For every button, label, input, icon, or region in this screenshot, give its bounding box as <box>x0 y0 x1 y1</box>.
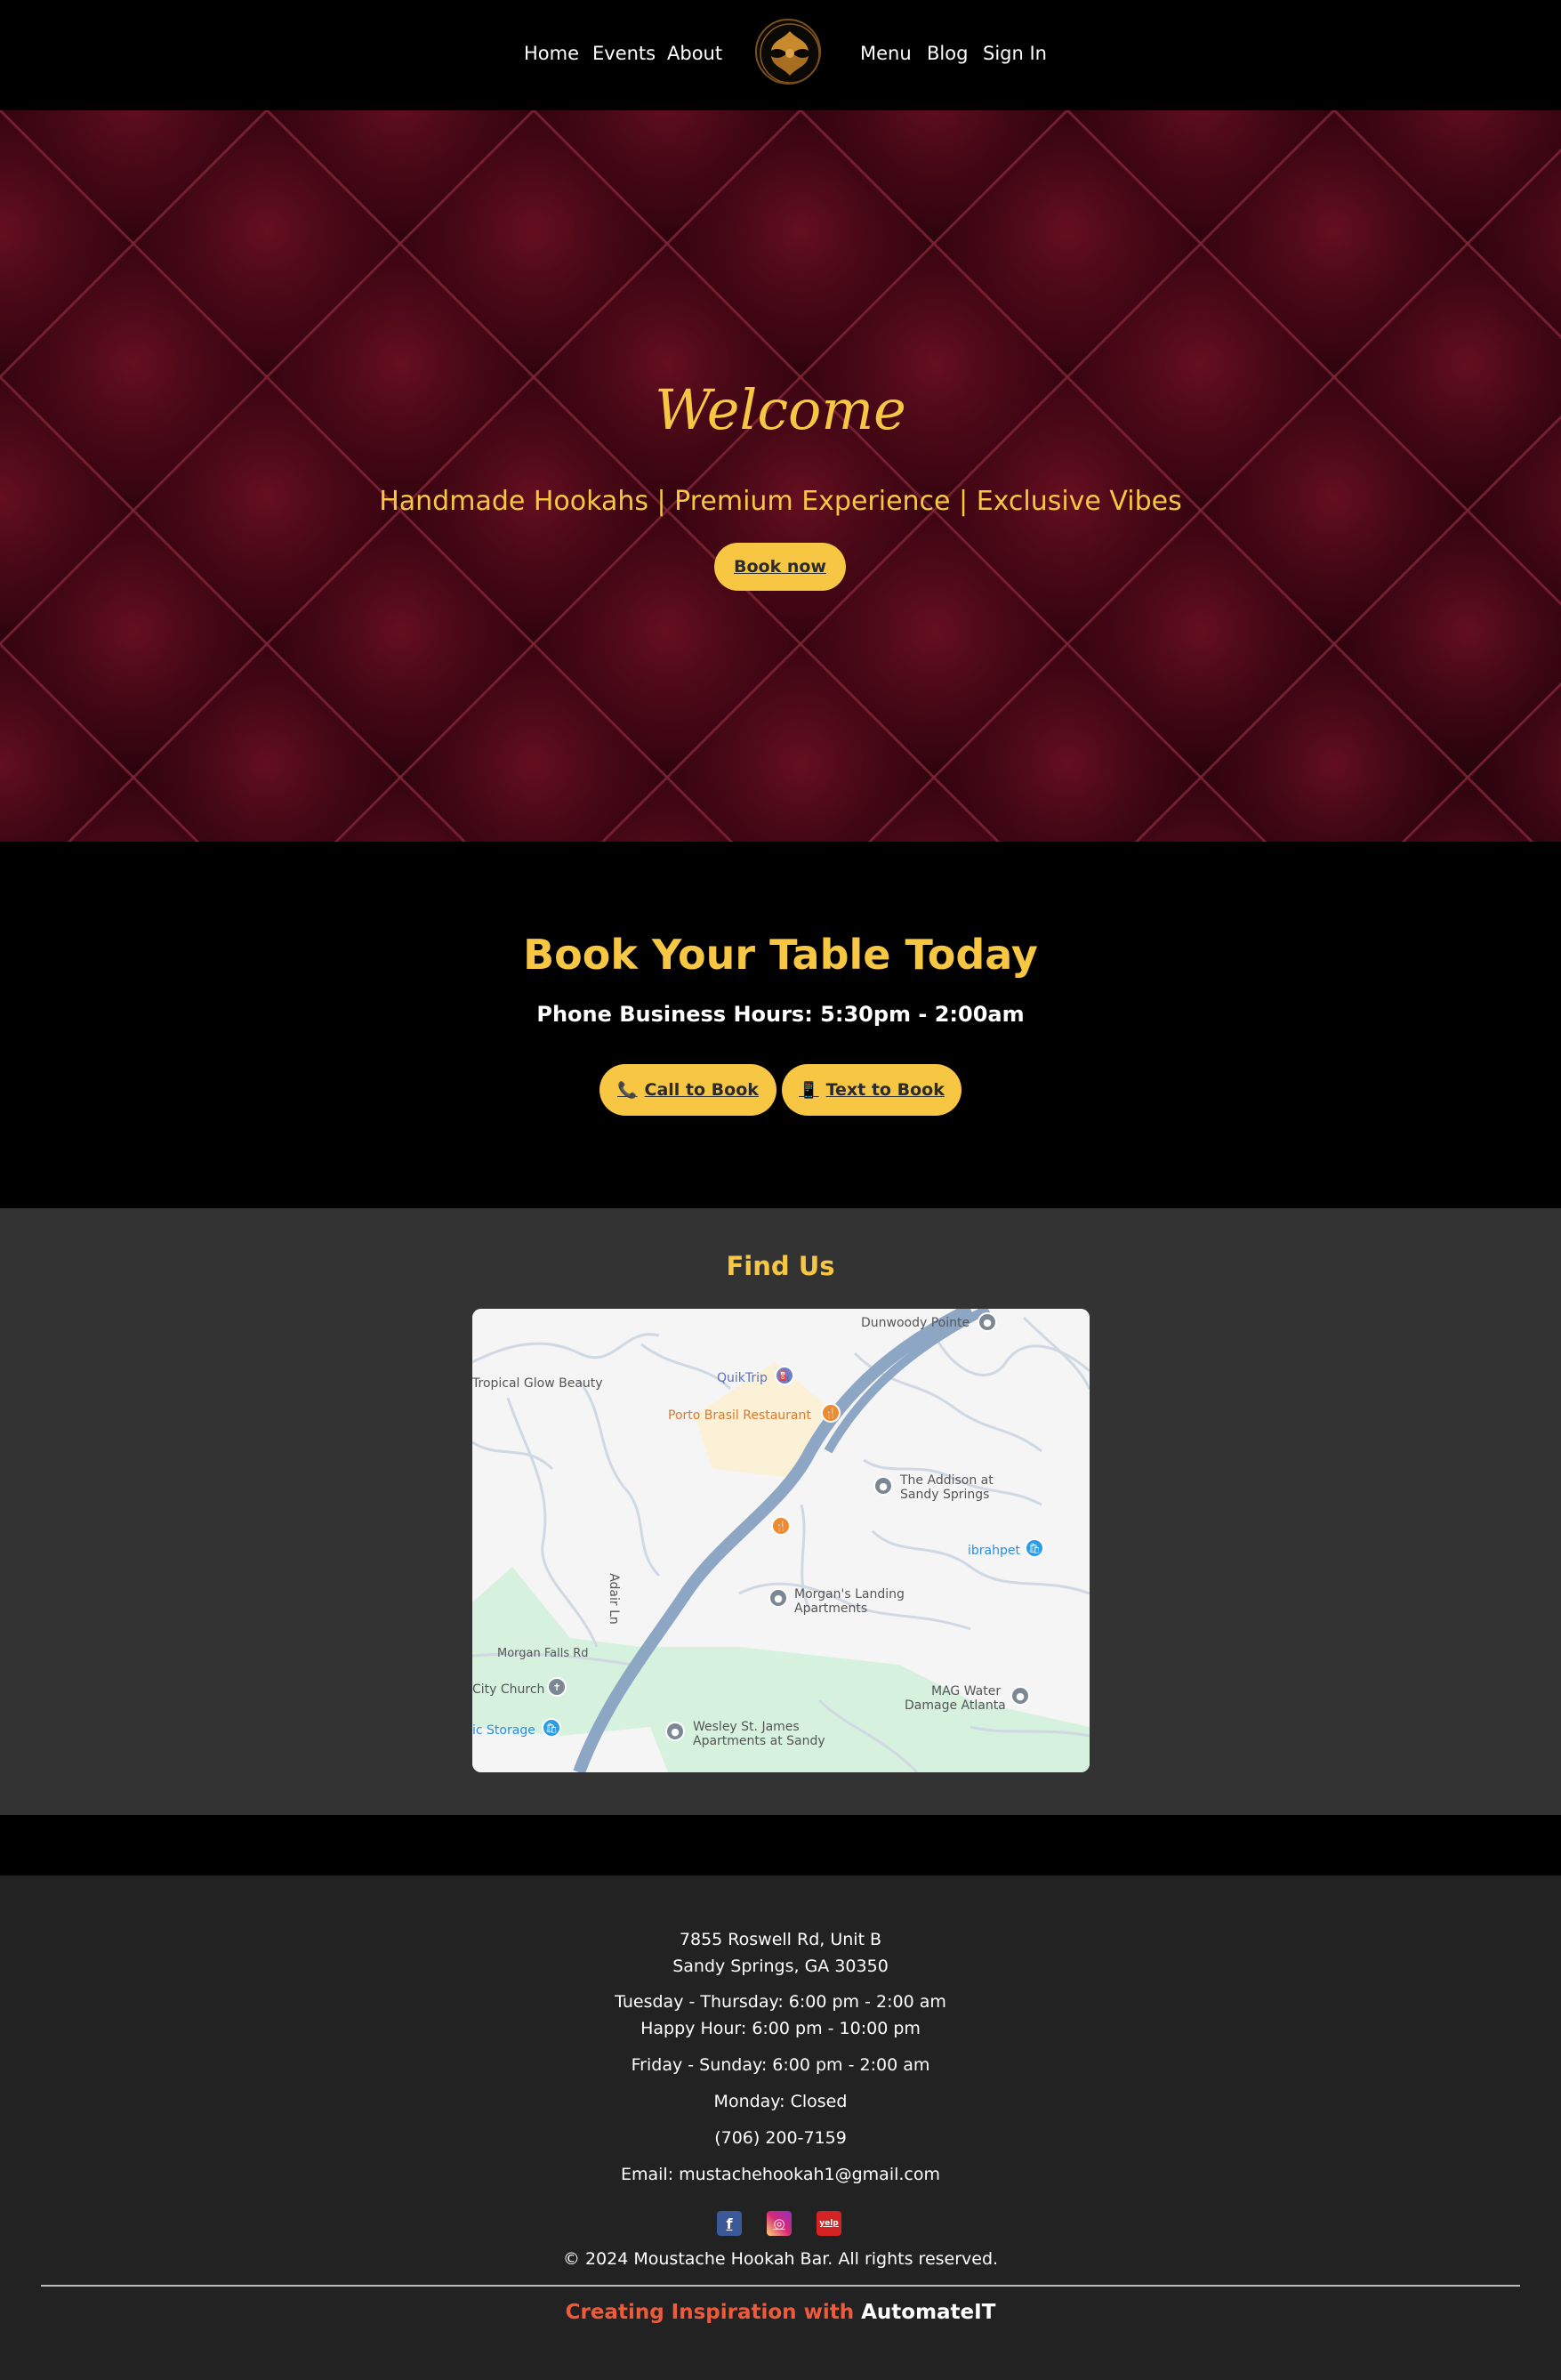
map-label-morgans-1: Morgan's Landing <box>794 1587 905 1601</box>
map-pin-icon[interactable]: ● <box>873 1476 893 1496</box>
footer-email[interactable]: Email: mustachehookah1@gmail.com <box>0 2165 1561 2184</box>
map-label-wesley-1: Wesley St. James <box>693 1720 800 1734</box>
map-label-mag-1: MAG Water <box>931 1684 1002 1698</box>
ornament-logo-icon <box>760 23 819 83</box>
map-label-morgan-falls: Morgan Falls Rd <box>497 1647 589 1660</box>
map-pin-icon[interactable]: ● <box>978 1312 997 1332</box>
map-label-ibrahpet: ibrahpet <box>968 1544 1020 1558</box>
map-label-morgans-2: Apartments <box>794 1601 868 1616</box>
map-pin-icon[interactable]: ● <box>665 1722 685 1741</box>
hero-title: Welcome <box>655 377 906 442</box>
credit-line: Creating Inspiration with AutomateIT <box>0 2301 1561 2324</box>
hours-monday: Monday: Closed <box>713 2092 848 2111</box>
map-label-quiktrip: QuikTrip <box>717 1371 768 1385</box>
quilted-velvet-background <box>0 110 1561 842</box>
section-spacer <box>0 1815 1561 1876</box>
booking-section: Book Your Table Today Phone Business Hou… <box>0 842 1561 1208</box>
nav-sign-in[interactable]: Sign In <box>983 43 1047 64</box>
map-label-wesley-2: Apartments at Sandy <box>693 1734 825 1748</box>
footer-phone[interactable]: (706) 200-7159 <box>0 2128 1561 2148</box>
map-label-porto: Porto Brasil Restaurant <box>668 1408 811 1423</box>
map-label-mag-2: Damage Atlanta <box>905 1698 1006 1713</box>
restaurant-icon[interactable]: 🍴 <box>771 1516 791 1536</box>
nav-events[interactable]: Events <box>592 43 656 64</box>
church-icon[interactable]: ✝ <box>547 1677 567 1697</box>
hero-section: Welcome Handmade Hookahs | Premium Exper… <box>0 110 1561 842</box>
instagram-icon[interactable]: ◎ <box>767 2211 792 2236</box>
text-to-book-label: Text to Book <box>825 1080 945 1100</box>
footer: 7855 Roswell Rd, Unit B Sandy Springs, G… <box>0 1876 1561 2380</box>
booking-hours: Phone Business Hours: 5:30pm - 2:00am <box>536 1002 1025 1027</box>
map-label-storage: ic Storage <box>472 1723 535 1738</box>
map-label-dunwoody: Dunwoody Pointe <box>861 1316 970 1330</box>
map-label-addison-1: The Addison at <box>900 1473 994 1488</box>
happy-hour: Happy Hour: 6:00 pm - 10:00 pm <box>640 2019 921 2038</box>
book-now-button[interactable]: Book now <box>714 543 846 591</box>
yelp-icon[interactable]: yelp <box>817 2211 841 2236</box>
copyright: © 2024 Moustache Hookah Bar. All rights … <box>562 2249 999 2269</box>
hours-weekend: Friday - Sunday: 6:00 pm - 2:00 am <box>631 2055 930 2075</box>
nav-blog[interactable]: Blog <box>927 43 968 64</box>
call-to-book-label: Call to Book <box>644 1080 759 1100</box>
nav-about[interactable]: About <box>667 43 722 64</box>
map-pin-icon[interactable]: ● <box>1010 1686 1030 1706</box>
restaurant-icon[interactable]: 🍴 <box>821 1403 841 1423</box>
hero-tagline: Handmade Hookahs | Premium Experience | … <box>379 486 1182 517</box>
credit-brand[interactable]: AutomateIT <box>861 2301 995 2324</box>
map-pin-icon[interactable]: ● <box>768 1588 788 1608</box>
facebook-icon[interactable]: f <box>717 2211 742 2236</box>
phone-icon: 📞 <box>617 1080 638 1100</box>
booking-title: Book Your Table Today <box>523 931 1038 979</box>
shop-icon[interactable]: 🛍 <box>542 1718 561 1738</box>
address-line-1: 7855 Roswell Rd, Unit B <box>679 1930 882 1949</box>
call-to-book-button[interactable]: 📞 Call to Book <box>599 1064 776 1116</box>
credit-prefix: Creating Inspiration with <box>565 2301 855 2324</box>
text-to-book-button[interactable]: 📱 Text to Book <box>782 1064 962 1116</box>
footer-divider <box>41 2285 1520 2287</box>
map-label-addison-2: Sandy Springs <box>900 1488 990 1502</box>
address-line-2: Sandy Springs, GA 30350 <box>672 1956 889 1976</box>
mobile-phone-icon: 📱 <box>799 1080 819 1100</box>
gas-station-icon[interactable]: ⛽ <box>775 1366 794 1385</box>
map-label-tropical: Tropical Glow Beauty <box>472 1376 603 1391</box>
shop-icon[interactable]: 🛍 <box>1025 1538 1044 1558</box>
hours-weekday: Tuesday - Thursday: 6:00 pm - 2:00 am <box>615 1992 946 2012</box>
find-us-title: Find Us <box>726 1251 835 1281</box>
map-label-church: City Church <box>472 1682 545 1697</box>
top-nav: Home Events About Menu Blog Sign In <box>0 0 1561 110</box>
nav-home[interactable]: Home <box>524 43 579 64</box>
logo[interactable] <box>755 19 821 85</box>
location-map[interactable]: Dunwoody Pointe ● Tropical Glow Beauty Q… <box>472 1309 1090 1772</box>
map-label-adair: Adair Ln <box>606 1573 621 1625</box>
nav-menu[interactable]: Menu <box>860 43 912 64</box>
find-us-section: Find Us Dunwoody Pointe ● Tropical Glow … <box>0 1208 1561 1815</box>
